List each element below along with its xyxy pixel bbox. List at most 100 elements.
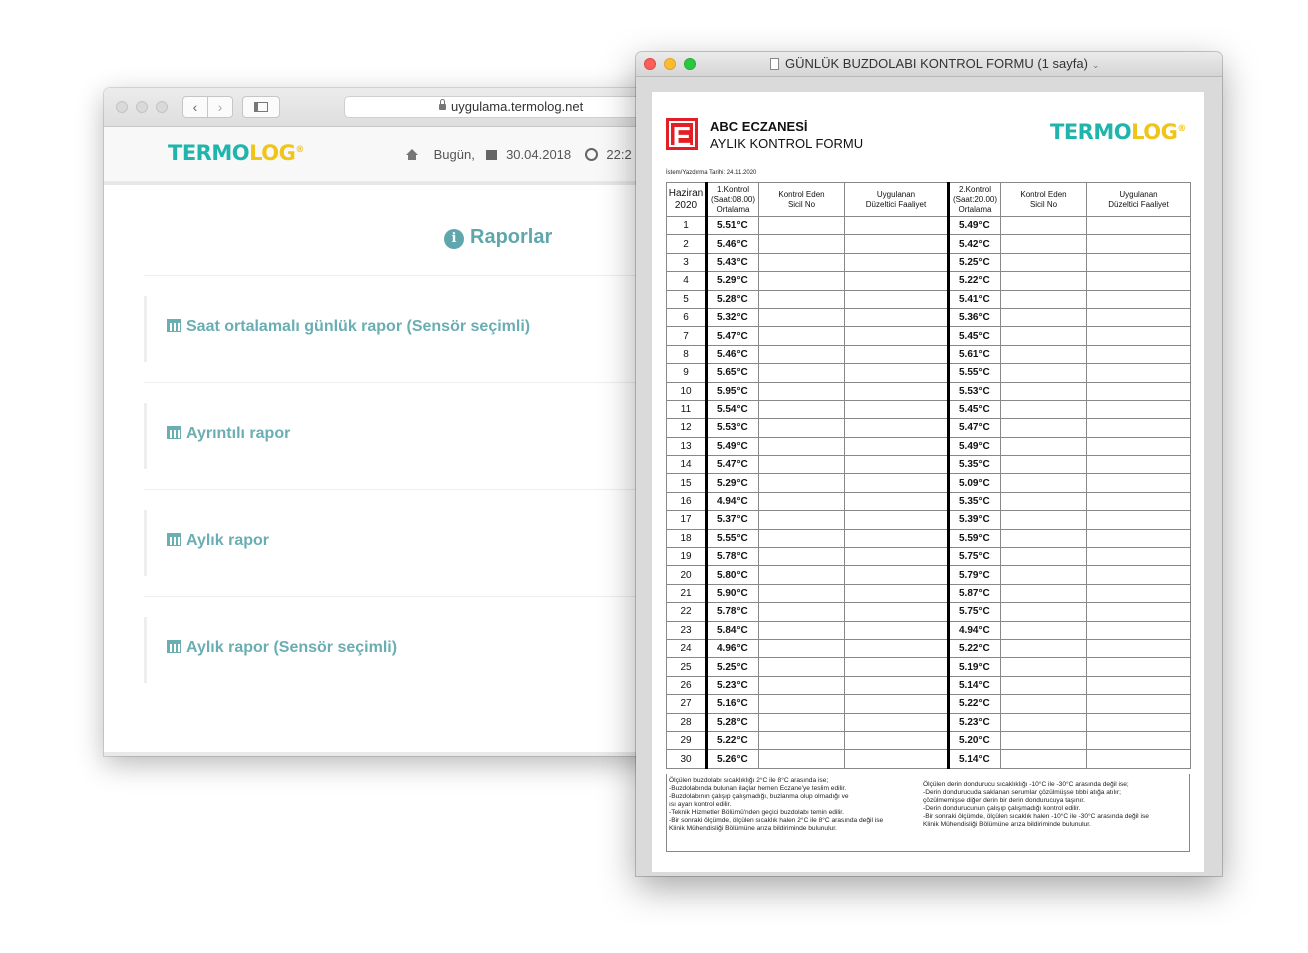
control2-value: 5.75°C [947,602,1001,622]
day-cell: 17 [666,510,707,530]
table-row: 25 5.25°C 5.19°C [666,657,1191,677]
action2-cell [1086,271,1191,291]
clock-icon [584,148,598,161]
address-bar[interactable]: uygulama.termolog.net [344,96,664,118]
forward-button[interactable]: › [207,96,233,118]
minimize-window-button[interactable] [664,58,676,70]
report-link-monthly[interactable]: Aylık rapor [167,532,269,550]
report-link-detailed[interactable]: Ayrıntılı rapor [167,425,290,443]
sidebar-toggle-button[interactable] [242,96,280,118]
action2-cell [1086,657,1191,677]
control1-value: 5.78°C [705,547,759,567]
table-header-row: Haziran 2020 1.Kontrol (Saat:08.00) Ortalam… [666,182,1191,217]
action2-cell [1086,620,1191,640]
action1-cell [844,565,949,585]
freezer-note: Ölçülen derin dondurucu sıcaklıklığı -10… [923,781,1149,828]
inspector2-cell [1000,326,1087,346]
control2-value: 5.49°C [947,215,1001,236]
zoom-window-button[interactable] [156,101,168,113]
header-time: 22:2 [606,147,632,162]
report-label: Ayrıntılı rapor [186,425,291,442]
inspector2-cell [1000,234,1087,254]
report-link-monthly-sensor[interactable]: Aylık rapor (Sensör seçimli) [167,639,397,657]
day-cell: 14 [666,455,707,475]
control1-value: 5.25°C [705,657,759,677]
home-icon[interactable] [406,149,418,160]
day-cell: 29 [666,730,707,751]
fridge-note: Ölçülen buzdolabı sıcaklıklığı 2°C ile 8… [669,777,884,832]
action2-cell [1086,528,1191,549]
action1-header: Uygulanan Düzeltici Faaliyet [844,182,949,217]
action2-cell [1086,749,1191,769]
browser-window: ‹ › uygulama.termolog.net TERMOLOG® Bugü… [104,88,664,756]
control1-value: 5.16°C [705,694,759,714]
table-row: 23 5.84°C 4.94°C [666,620,1191,640]
table-row: 6 5.32°C 5.36°C [666,307,1191,328]
close-window-button[interactable] [644,58,656,70]
back-button[interactable]: ‹ [182,96,208,118]
control1-value: 5.80°C [705,565,759,585]
termolog-logo: TERMOLOG® [1050,120,1186,144]
inspector2-cell [1000,730,1087,751]
viewer-titlebar[interactable]: GÜNLÜK BUZDOLABI KONTROL FORMU (1 sayfa)… [636,52,1222,77]
app-header: TERMOLOG® Bugün, 30.04.2018 22:2 [104,127,664,185]
control2-value: 5.22°C [947,694,1001,714]
action2-cell [1086,418,1191,438]
control2-value: 5.35°C [947,491,1001,512]
sidebar-icon [254,102,268,112]
inspector1-cell [758,326,845,346]
control1-value: 4.96°C [705,638,759,659]
control1-value: 5.90°C [705,583,759,604]
divider [144,275,664,276]
control2-value: 5.22°C [947,271,1001,291]
control2-value: 5.23°C [947,712,1001,732]
table-row: 3 5.43°C 5.25°C [666,252,1191,273]
zoom-window-button[interactable] [684,58,696,70]
inspector1-cell [758,307,845,328]
control2-value: 5.14°C [947,749,1001,769]
minimize-window-button[interactable] [136,101,148,113]
inspector1-cell [758,547,845,567]
action1-cell [844,436,949,457]
day-cell: 18 [666,528,707,549]
action1-cell [844,528,949,549]
action2-header: Uygulanan Düzeltici Faaliyet [1086,182,1191,217]
control2-value: 5.14°C [947,675,1001,696]
action2-cell [1086,307,1191,328]
page-footer [104,752,664,756]
viewer-title-text: GÜNLÜK BUZDOLABI KONTROL FORMU (1 sayfa) [785,56,1088,71]
report-link-hourly-daily[interactable]: Saat ortalamalı günlük rapor (Sensör seç… [167,318,530,336]
action1-cell [844,583,949,604]
action2-cell [1086,455,1191,475]
report-label: Aylık rapor (Sensör seçimli) [186,639,398,656]
day-cell: 28 [666,712,707,732]
action1-cell [844,418,949,438]
action2-cell [1086,565,1191,585]
inspector1-cell [758,694,845,714]
termolog-logo[interactable]: TERMOLOG® [168,141,304,165]
action2-cell [1086,510,1191,530]
table-row: 2 5.46°C 5.42°C [666,234,1191,254]
action1-cell [844,638,949,659]
table-row: 9 5.65°C 5.55°C [666,363,1191,383]
control2-value: 5.09°C [947,473,1001,493]
action1-cell [844,289,949,309]
info-icon: i [444,229,464,249]
control1-value: 5.53°C [705,418,759,438]
control2-value: 5.20°C [947,730,1001,751]
inspector1-cell [758,749,845,769]
browser-toolbar: ‹ › uygulama.termolog.net [104,88,664,127]
chevron-down-icon[interactable]: ⌄ [1092,60,1100,70]
control2-header: 2.Kontrol (Saat:20.00) Ortalama [947,182,1001,217]
close-window-button[interactable] [116,101,128,113]
action2-cell [1086,675,1191,696]
day-cell: 16 [666,491,707,512]
pdf-viewer-window: GÜNLÜK BUZDOLABI KONTROL FORMU (1 sayfa)… [636,52,1222,876]
report-item: Ayrıntılı rapor [144,403,664,469]
url-text: uygulama.termolog.net [451,99,584,114]
control2-value: 5.22°C [947,638,1001,659]
viewer-title[interactable]: GÜNLÜK BUZDOLABI KONTROL FORMU (1 sayfa)… [770,56,1099,71]
day-cell: 12 [666,418,707,438]
inspector2-cell [1000,215,1087,236]
control1-value: 5.23°C [705,675,759,696]
